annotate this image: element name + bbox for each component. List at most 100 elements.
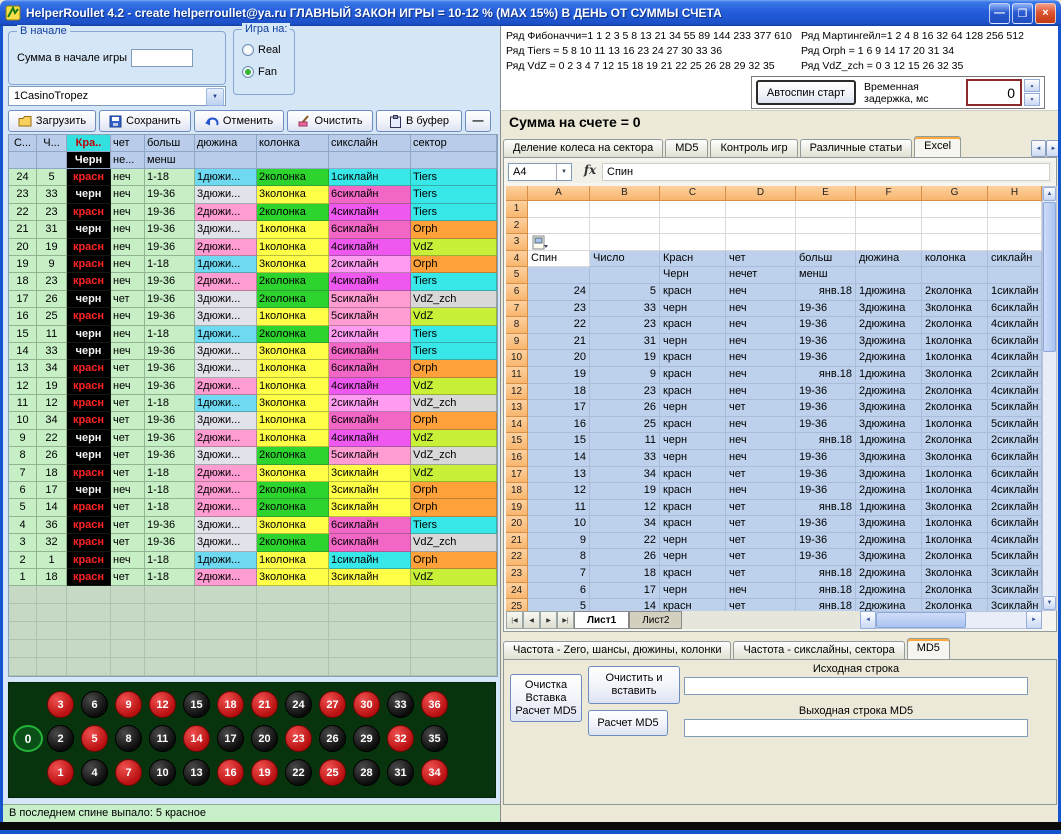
board-number-31[interactable]: 31 bbox=[387, 759, 414, 786]
name-box[interactable]: A4 ▼ bbox=[508, 163, 572, 181]
cell-B18[interactable]: 19 bbox=[590, 483, 660, 500]
cell-F17[interactable]: 3дюжина bbox=[856, 467, 922, 484]
cell-B14[interactable]: 25 bbox=[590, 417, 660, 434]
cell-H14[interactable]: 5сиклайн bbox=[988, 417, 1042, 434]
horizontal-scroll-track[interactable] bbox=[876, 611, 1026, 629]
cell-D10[interactable]: неч bbox=[726, 350, 796, 367]
cell-A12[interactable]: 18 bbox=[528, 384, 590, 401]
spin-row[interactable]: 922чернчет19-362дюжи...1колонка4сиклайнV… bbox=[9, 430, 497, 447]
cell-C24[interactable]: черн bbox=[660, 583, 726, 600]
row-header-3[interactable]: 3 bbox=[506, 234, 528, 251]
cell-C1[interactable] bbox=[660, 201, 726, 218]
sheet-tab-sheet1[interactable]: Лист1 bbox=[574, 611, 629, 629]
cell-D11[interactable]: неч bbox=[726, 367, 796, 384]
load-button[interactable]: Загрузить bbox=[8, 110, 96, 132]
board-number-9[interactable]: 9 bbox=[115, 691, 142, 718]
cell-B13[interactable]: 26 bbox=[590, 400, 660, 417]
spin-row[interactable]: 436краснчет19-363дюжи...3колонка6сиклайн… bbox=[9, 517, 497, 534]
spin-row[interactable]: 1625красннеч19-363дюжи...1колонка5сиклай… bbox=[9, 308, 497, 325]
cell-G4[interactable]: колонка bbox=[922, 251, 988, 268]
md5-calc-button[interactable]: Расчет MD5 bbox=[588, 710, 668, 736]
cell-F8[interactable]: 2дюжина bbox=[856, 317, 922, 334]
sheet-tab-sheet2[interactable]: Лист2 bbox=[629, 611, 682, 629]
cell-E19[interactable]: янв.18 bbox=[796, 500, 856, 517]
cell-B1[interactable] bbox=[590, 201, 660, 218]
spin-row[interactable]: 1112краснчет1-181дюжи...3колонка2сиклайн… bbox=[9, 395, 497, 412]
spin-row[interactable]: 118краснчет1-182дюжи...3колонка3сиклайнV… bbox=[9, 569, 497, 586]
row-header-2[interactable]: 2 bbox=[506, 218, 528, 235]
board-number-36[interactable]: 36 bbox=[421, 691, 448, 718]
column-header[interactable]: Кра.. bbox=[67, 135, 111, 152]
cell-C19[interactable]: красн bbox=[660, 500, 726, 517]
spin-row[interactable]: 332краснчет19-363дюжи...2колонка6сиклайн… bbox=[9, 534, 497, 551]
cell-H5[interactable] bbox=[988, 267, 1042, 284]
board-number-25[interactable]: 25 bbox=[319, 759, 346, 786]
cell-C8[interactable]: красн bbox=[660, 317, 726, 334]
spin-row[interactable]: 1726чернчет19-363дюжи...2колонка5сиклайн… bbox=[9, 291, 497, 308]
chevron-down-icon[interactable]: ▼ bbox=[206, 88, 224, 106]
cell-G11[interactable]: 3колонка bbox=[922, 367, 988, 384]
cell-F7[interactable]: 3дюжина bbox=[856, 301, 922, 318]
cell-H17[interactable]: 6сиклайн bbox=[988, 467, 1042, 484]
col-header-H[interactable]: H bbox=[988, 186, 1042, 201]
minimize-button[interactable]: — bbox=[989, 3, 1010, 24]
cell-F10[interactable]: 2дюжина bbox=[856, 350, 922, 367]
column-header[interactable]: колонка bbox=[257, 135, 329, 152]
row-header-23[interactable]: 23 bbox=[506, 566, 528, 583]
md5-clear-paste-calc-button[interactable]: Очистка Вставка Расчет MD5 bbox=[510, 674, 582, 722]
cell-B11[interactable]: 9 bbox=[590, 367, 660, 384]
cell-G20[interactable]: 1колонка bbox=[922, 516, 988, 533]
board-number-23[interactable]: 23 bbox=[285, 725, 312, 752]
cell-E21[interactable]: 19-36 bbox=[796, 533, 856, 550]
cell-E1[interactable] bbox=[796, 201, 856, 218]
tab-freq-chances[interactable]: Частота - Zero, шансы, дюжины, колонки bbox=[503, 641, 731, 659]
cell-D19[interactable]: чет bbox=[726, 500, 796, 517]
cell-B20[interactable]: 34 bbox=[590, 516, 660, 533]
board-number-30[interactable]: 30 bbox=[353, 691, 380, 718]
cell-F9[interactable]: 3дюжина bbox=[856, 334, 922, 351]
board-number-35[interactable]: 35 bbox=[421, 725, 448, 752]
col-header-F[interactable]: F bbox=[856, 186, 922, 201]
cell-B22[interactable]: 26 bbox=[590, 549, 660, 566]
cell-E15[interactable]: янв.18 bbox=[796, 433, 856, 450]
cell-C23[interactable]: красн bbox=[660, 566, 726, 583]
column-header[interactable]: сектор bbox=[411, 135, 497, 152]
cell-D23[interactable]: чет bbox=[726, 566, 796, 583]
cell-G14[interactable]: 1колонка bbox=[922, 417, 988, 434]
col-header-D[interactable]: D bbox=[726, 186, 796, 201]
cell-C4[interactable]: Красн bbox=[660, 251, 726, 268]
cell-F13[interactable]: 3дюжина bbox=[856, 400, 922, 417]
scroll-right-icon[interactable]: ► bbox=[1026, 611, 1042, 629]
row-header-6[interactable]: 6 bbox=[506, 284, 528, 301]
cell-C13[interactable]: черн bbox=[660, 400, 726, 417]
cell-C25[interactable]: красн bbox=[660, 599, 726, 611]
board-number-19[interactable]: 19 bbox=[251, 759, 278, 786]
spin-row[interactable]: 199красннеч1-181дюжи...3колонка2сиклайнO… bbox=[9, 256, 497, 273]
board-number-33[interactable]: 33 bbox=[387, 691, 414, 718]
board-number-24[interactable]: 24 bbox=[285, 691, 312, 718]
cell-C17[interactable]: красн bbox=[660, 467, 726, 484]
row-header-13[interactable]: 13 bbox=[506, 400, 528, 417]
cell-E22[interactable]: 19-36 bbox=[796, 549, 856, 566]
spin-row[interactable]: 514краснчет1-182дюжи...2колонка3сиклайнO… bbox=[9, 499, 497, 516]
cell-G7[interactable]: 3колонка bbox=[922, 301, 988, 318]
cell-G10[interactable]: 1колонка bbox=[922, 350, 988, 367]
cell-B8[interactable]: 23 bbox=[590, 317, 660, 334]
cell-F19[interactable]: 1дюжина bbox=[856, 500, 922, 517]
cell-B24[interactable]: 17 bbox=[590, 583, 660, 600]
cell-E16[interactable]: 19-36 bbox=[796, 450, 856, 467]
board-number-7[interactable]: 7 bbox=[115, 759, 142, 786]
cell-A7[interactable]: 23 bbox=[528, 301, 590, 318]
titlebar[interactable]: HelperRoullet 4.2 - create helperroullet… bbox=[0, 0, 1061, 26]
cell-F25[interactable]: 2дюжина bbox=[856, 599, 922, 611]
board-number-21[interactable]: 21 bbox=[251, 691, 278, 718]
cell-E3[interactable] bbox=[796, 234, 856, 251]
radio-real[interactable]: Real bbox=[242, 44, 281, 56]
cell-E4[interactable]: больш bbox=[796, 251, 856, 268]
cell-D24[interactable]: неч bbox=[726, 583, 796, 600]
md5-output[interactable] bbox=[684, 719, 1028, 737]
delay-spin-down-icon[interactable]: ▼ bbox=[1024, 93, 1040, 106]
cell-A9[interactable]: 21 bbox=[528, 334, 590, 351]
cell-H2[interactable] bbox=[988, 218, 1042, 235]
cell-B6[interactable]: 5 bbox=[590, 284, 660, 301]
